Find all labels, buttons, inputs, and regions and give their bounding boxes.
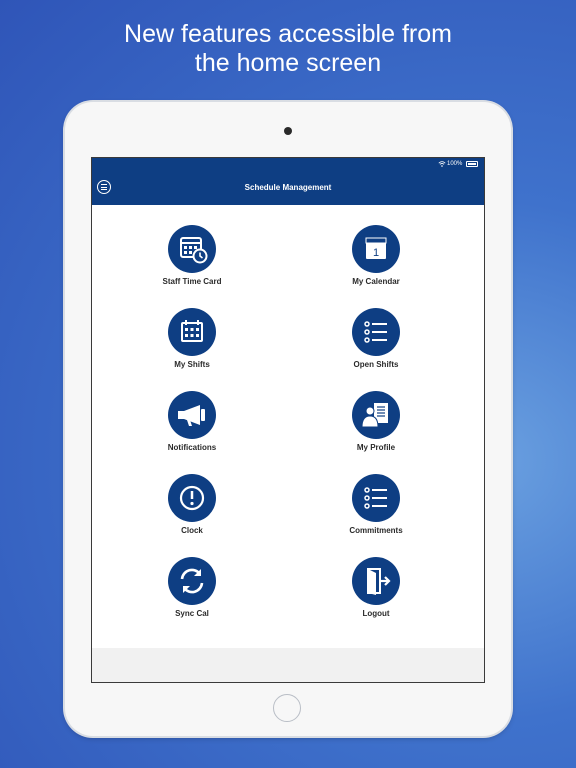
- open-shifts-button[interactable]: Open Shifts: [316, 308, 436, 378]
- menu-icon-line: [101, 184, 107, 185]
- my-profile-button[interactable]: My Profile: [316, 391, 436, 461]
- my-calendar-button[interactable]: 1 My Calendar: [316, 225, 436, 295]
- headline: New features accessible from the home sc…: [0, 20, 576, 78]
- menu-icon-line: [101, 189, 107, 190]
- tile-label: Notifications: [167, 443, 217, 452]
- status-bar: 100%: [92, 158, 484, 171]
- tile-label: Clock: [181, 526, 203, 535]
- my-shifts-button[interactable]: My Shifts: [132, 308, 252, 378]
- megaphone-icon: [168, 391, 216, 439]
- list-icon: [352, 308, 400, 356]
- list-icon: [352, 474, 400, 522]
- clock-button[interactable]: Clock: [132, 474, 252, 544]
- logout-button[interactable]: Logout: [316, 557, 436, 627]
- tile-label: My Profile: [356, 443, 396, 452]
- tile-label: My Shifts: [174, 360, 210, 369]
- home-button[interactable]: [273, 694, 301, 722]
- tile-label: Logout: [362, 609, 390, 618]
- logout-icon: [352, 557, 400, 605]
- tile-label: My Calendar: [352, 277, 400, 286]
- staff-time-card-button[interactable]: Staff Time Card: [132, 225, 252, 295]
- shifts-icon: [168, 308, 216, 356]
- sync-icon: [168, 557, 216, 605]
- menu-icon-line: [101, 186, 107, 188]
- profile-icon: [352, 391, 400, 439]
- nav-bar: Schedule Management: [92, 171, 484, 205]
- tile-label: Sync Cal: [175, 609, 209, 618]
- headline-line-1: New features accessible from: [124, 20, 452, 48]
- notifications-button[interactable]: Notifications: [132, 391, 252, 461]
- sync-cal-button[interactable]: Sync Cal: [132, 557, 252, 627]
- clock-alert-icon: [168, 474, 216, 522]
- tablet-frame: 100% Schedule Management Staff Time Card…: [65, 102, 511, 736]
- camera-dot: [284, 127, 292, 135]
- battery-icon: [466, 161, 478, 167]
- tile-label: Open Shifts: [353, 360, 399, 369]
- calendar-icon: 1: [352, 225, 400, 273]
- calendar-day: 1: [373, 247, 379, 259]
- battery-percent: 100%: [447, 161, 463, 167]
- tile-label: Staff Time Card: [162, 277, 222, 286]
- commitments-button[interactable]: Commitments: [316, 474, 436, 544]
- menu-button[interactable]: [97, 180, 111, 194]
- headline-line-2: the home screen: [194, 49, 382, 77]
- time-card-icon: [168, 225, 216, 273]
- tile-label: Commitments: [349, 526, 403, 535]
- app-screen: 100% Schedule Management Staff Time Card…: [91, 157, 485, 683]
- home-grid: Staff Time Card 1 My Calendar My Shifts …: [92, 205, 484, 648]
- wifi-icon: [438, 161, 446, 167]
- nav-title: Schedule Management: [244, 183, 332, 192]
